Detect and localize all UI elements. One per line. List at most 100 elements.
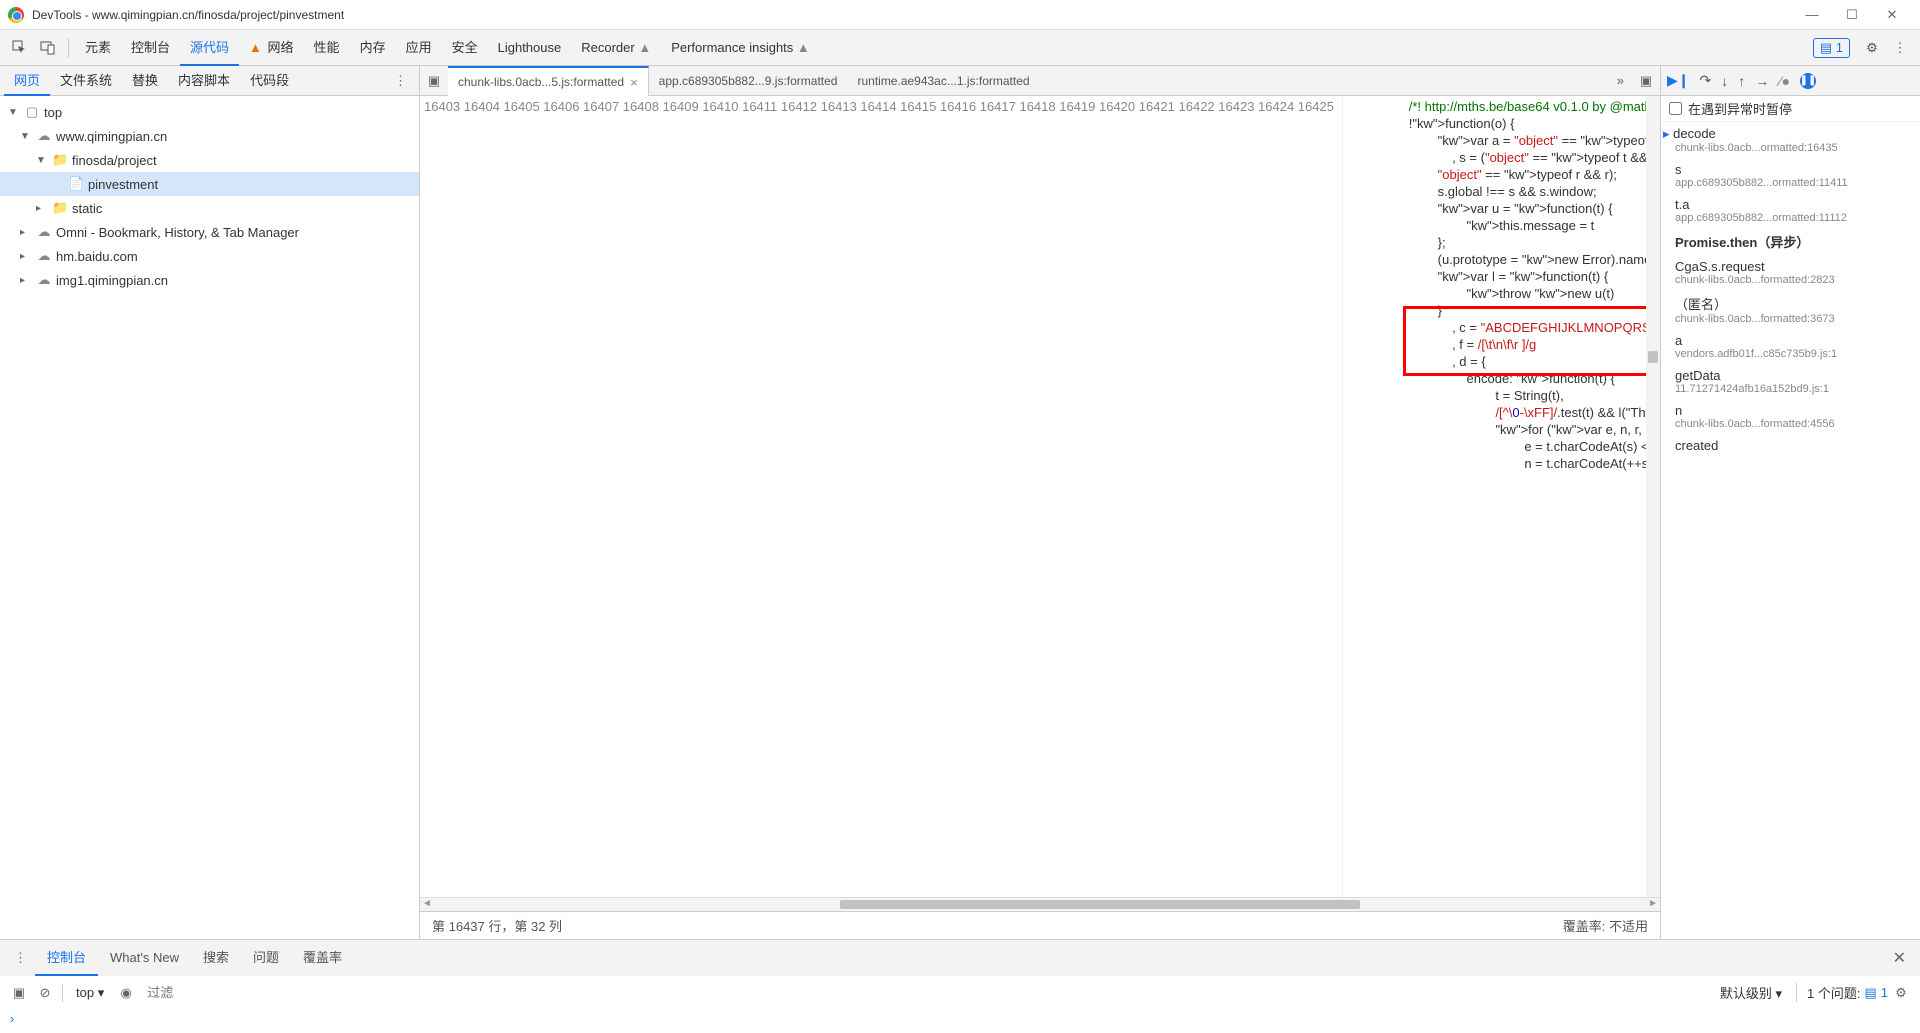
pause-on-exceptions-icon[interactable]: ❚❚ [1800,73,1816,89]
callstack-frame[interactable]: getData11.71271424afb16a152bd9.js:1 [1661,364,1920,399]
callstack-frame[interactable]: nchunk-libs.0acb...formatted:4556 [1661,399,1920,434]
panel-tab-3[interactable]: ▲ 网络 [239,30,304,66]
inspect-icon[interactable] [8,36,32,60]
callstack-frame[interactable]: t.aapp.c689305b882...ormatted:11112 [1661,193,1920,228]
vertical-scrollbar[interactable] [1646,96,1660,897]
tree-item[interactable]: ▼📁finosda/project [0,148,419,172]
drawer-tab-4[interactable]: 覆盖率 [291,940,354,976]
titlebar: DevTools - www.qimingpian.cn/finosda/pro… [0,0,1920,30]
panel-tab-6[interactable]: 应用 [396,30,442,66]
messages-count: 1 [1836,40,1843,55]
panel-tab-0[interactable]: 元素 [75,30,121,66]
callstack-frame[interactable]: decodechunk-libs.0acb...ormatted:16435 [1661,122,1920,158]
console-sidebar-icon[interactable]: ▣ [6,985,32,1001]
step-into-icon[interactable]: ↓ [1721,73,1728,89]
editor-more-tabs-icon[interactable]: » [1609,73,1632,88]
issue-badge-icon: ▤ [1864,985,1876,1001]
maximize-button[interactable]: ☐ [1832,7,1872,23]
debug-toolbar: ▶❙ ↷ ↓ ↑ → ⁄● ❚❚ [1661,66,1920,96]
panel-tab-8[interactable]: Lighthouse [488,30,572,66]
editor-status: 第 16437 行，第 32 列 覆盖率: 不适用 [420,911,1660,939]
navigator-panel: 网页文件系统替换内容脚本代码段 ⋮ ▼▢top▼☁www.qimingpian.… [0,66,420,939]
close-window-button[interactable]: ✕ [1872,7,1912,23]
pause-checkbox[interactable] [1669,102,1682,115]
drawer-more-icon[interactable]: ⋮ [6,950,35,966]
file-tree[interactable]: ▼▢top▼☁www.qimingpian.cn▼📁finosda/projec… [0,96,419,939]
code-content[interactable]: /*! http://mths.be/base64 v0.1.0 by @mat… [1343,96,1646,897]
pause-on-exception-row[interactable]: 在遇到异常时暂停 [1661,96,1920,122]
navigator-tab-3[interactable]: 内容脚本 [168,66,240,96]
horizontal-scrollbar[interactable]: ◄► [420,897,1660,911]
more-icon[interactable]: ⋮ [1888,36,1912,60]
navigator-tab-1[interactable]: 文件系统 [50,66,122,96]
window-title: DevTools - www.qimingpian.cn/finosda/pro… [32,8,1792,22]
device-toggle-icon[interactable] [36,36,60,60]
toggle-debugger-icon[interactable]: ▣ [1632,73,1660,89]
navigator-tab-0[interactable]: 网页 [4,66,50,96]
deactivate-breakpoints-icon[interactable]: ⁄● [1779,73,1790,89]
navigator-tab-4[interactable]: 代码段 [240,66,299,96]
drawer-tab-0[interactable]: 控制台 [35,940,98,976]
editor-panel: ▣ chunk-libs.0acb...5.js:formatted×app.c… [420,66,1660,939]
navigator-tab-2[interactable]: 替换 [122,66,168,96]
tree-item[interactable]: ▸☁hm.baidu.com [0,244,419,268]
cursor-position: 第 16437 行，第 32 列 [432,916,562,935]
pause-label: 在遇到异常时暂停 [1688,99,1792,118]
messages-button[interactable]: ▤ 1 [1813,38,1850,58]
tree-item[interactable]: ▼▢top [0,100,419,124]
panel-tab-7[interactable]: 安全 [442,30,488,66]
callstack-frame[interactable]: created [1661,434,1920,457]
main-toolbar: 元素控制台源代码▲ 网络性能内存应用安全LighthouseRecorder ▲… [0,30,1920,66]
callstack-frame[interactable]: sapp.c689305b882...ormatted:11411 [1661,158,1920,193]
tree-item[interactable]: ▼☁www.qimingpian.cn [0,124,419,148]
callstack-frame[interactable]: Promise.then（异步） [1661,228,1920,255]
step-out-icon[interactable]: ↑ [1738,73,1745,89]
settings-icon[interactable]: ⚙ [1860,36,1884,60]
toolbar-divider [68,38,69,58]
chrome-icon [8,7,24,23]
live-expression-icon[interactable]: ◉ [113,985,139,1001]
tree-item[interactable]: 📄pinvestment [0,172,419,196]
panel-tab-2[interactable]: 源代码 [180,30,239,66]
panel-tab-5[interactable]: 内存 [350,30,396,66]
tree-item[interactable]: ▸☁Omni - Bookmark, History, & Tab Manage… [0,220,419,244]
call-stack[interactable]: decodechunk-libs.0acb...ormatted:16435sa… [1661,122,1920,939]
debugger-panel: ▶❙ ↷ ↓ ↑ → ⁄● ❚❚ 在遇到异常时暂停 decodechunk-li… [1660,66,1920,939]
editor-tab[interactable]: app.c689305b882...9.js:formatted [649,66,848,96]
drawer-close-icon[interactable]: ✕ [1885,948,1914,968]
console-toolbar: ▣ ⊘ top ▾ ◉ 默认级别 ▾ 1 个问题: ▤ 1 ⚙ [0,975,1920,1009]
callstack-frame[interactable]: CgaS.s.requestchunk-libs.0acb...formatte… [1661,255,1920,290]
drawer-tabs: ⋮ 控制台What's New搜索问题覆盖率 ✕ [0,939,1920,975]
editor-tabs: ▣ chunk-libs.0acb...5.js:formatted×app.c… [420,66,1660,96]
close-tab-icon[interactable]: × [630,75,638,90]
minimize-button[interactable]: — [1792,7,1832,22]
panel-tab-1[interactable]: 控制台 [121,30,180,66]
console-filter-input[interactable] [139,981,1712,1004]
panel-tab-4[interactable]: 性能 [304,30,350,66]
drawer-tab-2[interactable]: 搜索 [191,940,241,976]
editor-tab[interactable]: chunk-libs.0acb...5.js:formatted× [448,66,649,97]
editor-tab[interactable]: runtime.ae943ac...1.js:formatted [847,66,1039,96]
tree-item[interactable]: ▸📁static [0,196,419,220]
step-over-icon[interactable]: ↷ [1700,72,1712,89]
callstack-frame[interactable]: avendors.adfb01f...c85c735b9.js:1 [1661,329,1920,364]
console-prompt[interactable]: › [0,1009,1920,1033]
tree-item[interactable]: ▸☁img1.qimingpian.cn [0,268,419,292]
panel-tab-9[interactable]: Recorder ▲ [571,30,661,66]
step-icon[interactable]: → [1755,73,1769,89]
context-selector[interactable]: top ▾ [67,982,113,1004]
nav-functions-icon[interactable]: ▣ [420,73,448,89]
message-icon: ▤ [1820,40,1832,56]
clear-console-icon[interactable]: ⊘ [32,985,58,1001]
navigator-more-icon[interactable]: ⋮ [386,73,415,89]
resume-icon[interactable]: ▶❙ [1667,72,1690,89]
issues-link[interactable]: 1 个问题: ▤ 1 [1796,983,1888,1002]
log-level-selector[interactable]: 默认级别 ▾ [1712,981,1790,1004]
drawer-tab-1[interactable]: What's New [98,940,191,976]
drawer-tab-3[interactable]: 问题 [241,940,291,976]
callstack-frame[interactable]: （匿名）chunk-libs.0acb...formatted:3673 [1661,290,1920,329]
code-editor[interactable]: 16403 16404 16405 16406 16407 16408 1640… [420,96,1660,897]
line-gutter: 16403 16404 16405 16406 16407 16408 1640… [420,96,1343,897]
panel-tab-10[interactable]: Performance insights ▲ [661,30,820,66]
console-settings-icon[interactable]: ⚙ [1888,985,1914,1001]
